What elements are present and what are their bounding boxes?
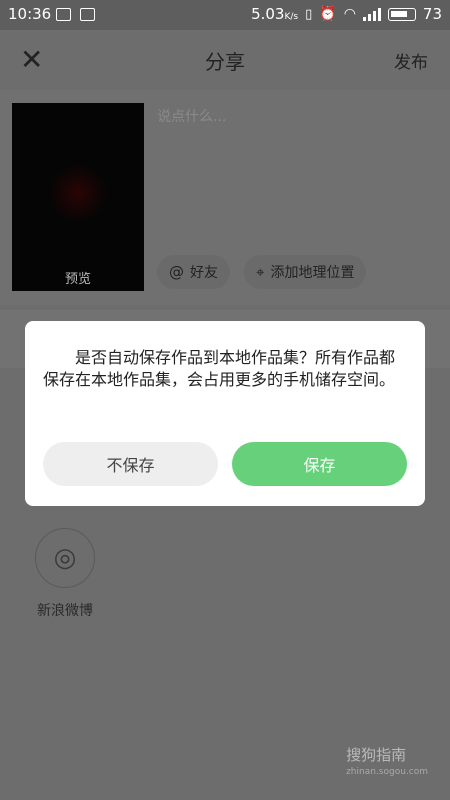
save-button[interactable]: 保存 [232,442,407,486]
watermark-url: zhinan.sogou.com [346,767,428,777]
preview-thumbnail [48,163,108,223]
weibo-share-button[interactable]: ◎ [35,528,95,588]
watermark-brand: 搜狗指南 [346,746,407,764]
weibo-icon: ◎ [53,543,77,573]
preview-label: 预览 [64,272,91,287]
battery-level: 73 [422,5,442,23]
status-bar: 10:36 5.03K/s ▯ ⏰ ◠ 73 [0,0,450,30]
video-preview[interactable]: 预览 [12,103,144,291]
network-speed: 5.03K/s [251,5,299,23]
mention-label: 好友 [190,265,218,281]
location-label: 添加地理位置 [270,265,355,281]
dialog-message: 是否自动保存作品到本地作品集？所有作品都保存在本地作品集，会占用更多的手机储存空… [43,348,396,389]
app-notification-icon [80,8,95,21]
location-pin-icon: ⌖ [256,263,265,281]
page-title: 分享 [205,50,245,74]
watermark: 搜狗指南 zhinan.sogou.com [346,744,428,777]
at-icon: @ [169,263,184,281]
alarm-icon: ⏰ [319,6,337,22]
add-location-button[interactable]: ⌖ 添加地理位置 [244,255,367,289]
dont-save-button[interactable]: 不保存 [43,442,218,486]
signal-icon [362,7,381,21]
vibrate-icon: ▯ [305,6,313,22]
publish-button[interactable]: 发布 [394,48,428,73]
status-time: 10:36 [8,5,52,23]
mention-friends-button[interactable]: @ 好友 [157,255,230,289]
weibo-label: 新浪微博 [37,603,93,619]
top-bar: ✕ 分享 发布 [0,30,450,90]
status-right: 5.03K/s ▯ ⏰ ◠ 73 [251,5,442,23]
image-notification-icon [56,8,71,21]
battery-icon [387,7,416,21]
wifi-icon: ◠ [343,6,356,22]
caption-input[interactable]: 说点什么... [157,106,226,126]
save-dialog: 是否自动保存作品到本地作品集？所有作品都保存在本地作品集，会占用更多的手机储存空… [25,321,425,506]
